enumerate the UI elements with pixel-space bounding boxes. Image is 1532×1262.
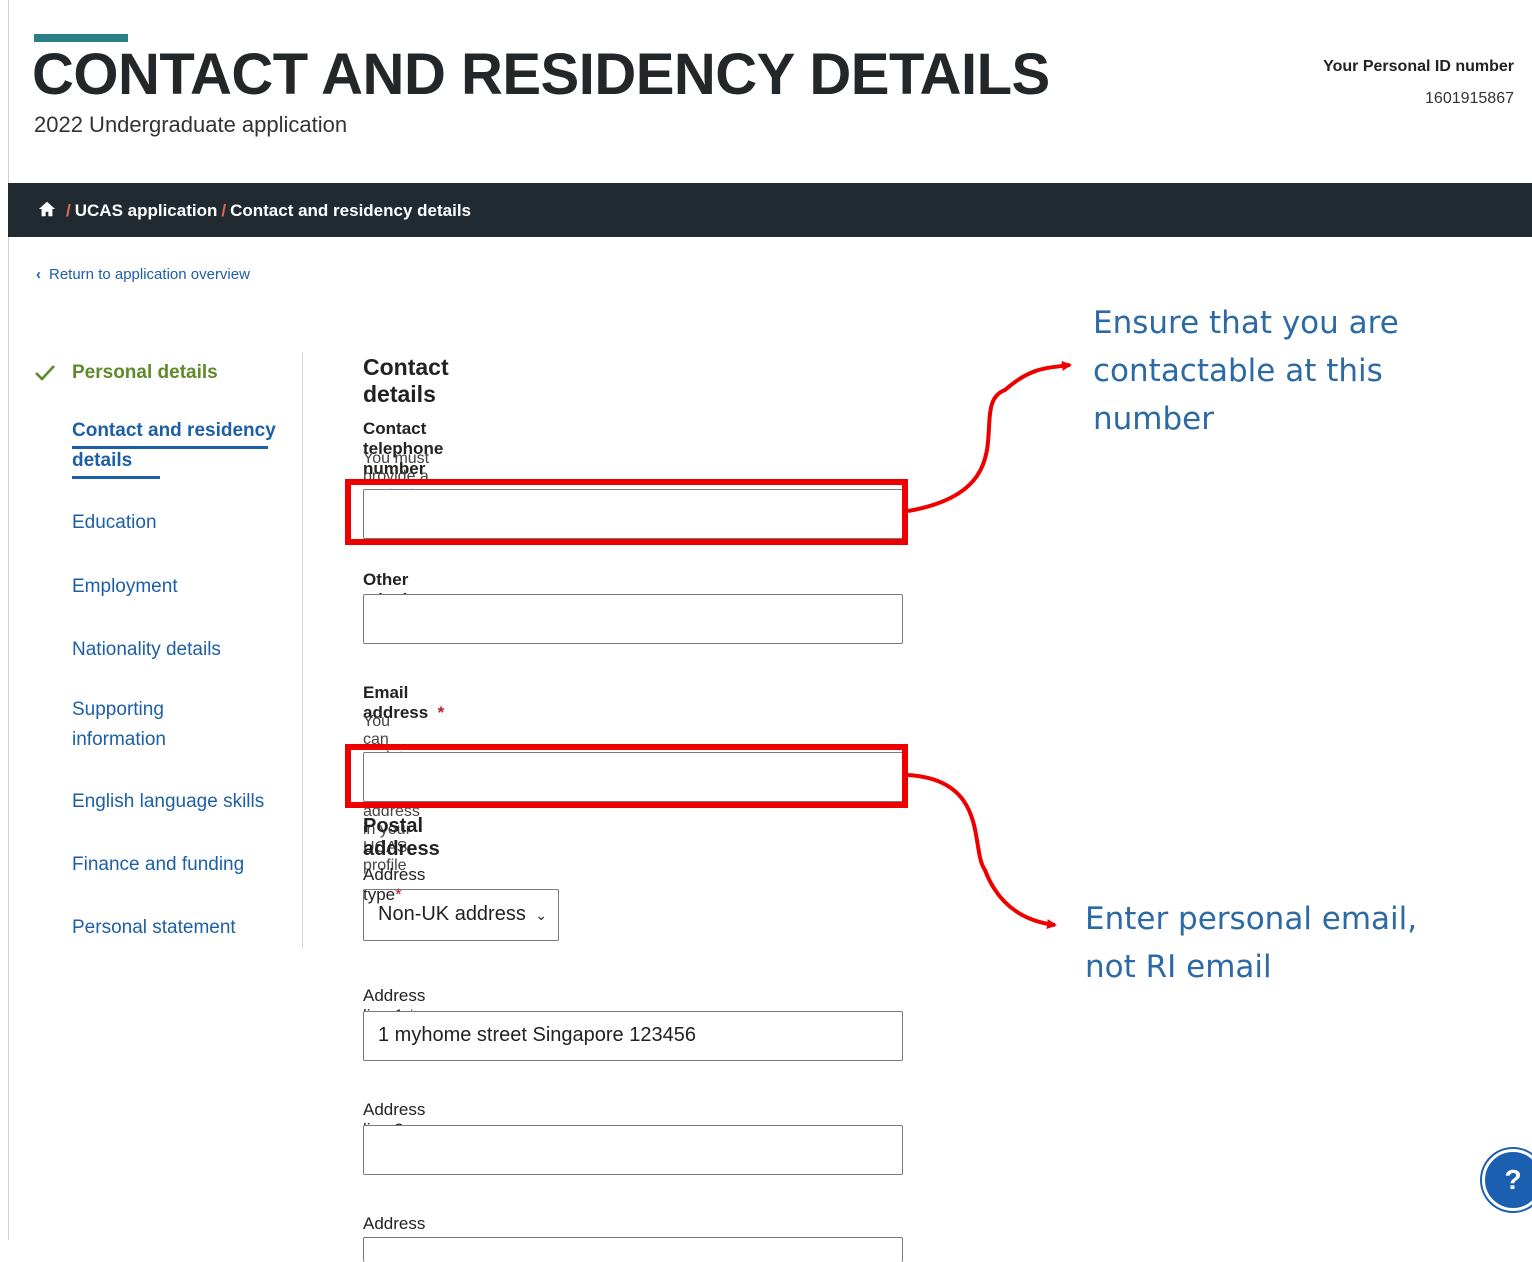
email-annotation-arrow [907, 773, 1057, 930]
email-annotation-note: Enter personal email, not RI email [1085, 895, 1417, 991]
phone-annotation-note: Ensure that you are contactable at this … [1093, 299, 1399, 443]
annotation-line: Enter personal email, [1085, 901, 1418, 937]
annotation-line: Ensure that you are [1093, 305, 1399, 341]
phone-annotation-arrow [907, 360, 1072, 513]
annotation-arrows [907, 360, 1072, 930]
annotation-line: number [1093, 401, 1214, 437]
annotation-line: contactable at this [1093, 353, 1383, 389]
address-line3-input[interactable] [363, 1237, 903, 1262]
annotation-line: not RI email [1085, 949, 1272, 985]
